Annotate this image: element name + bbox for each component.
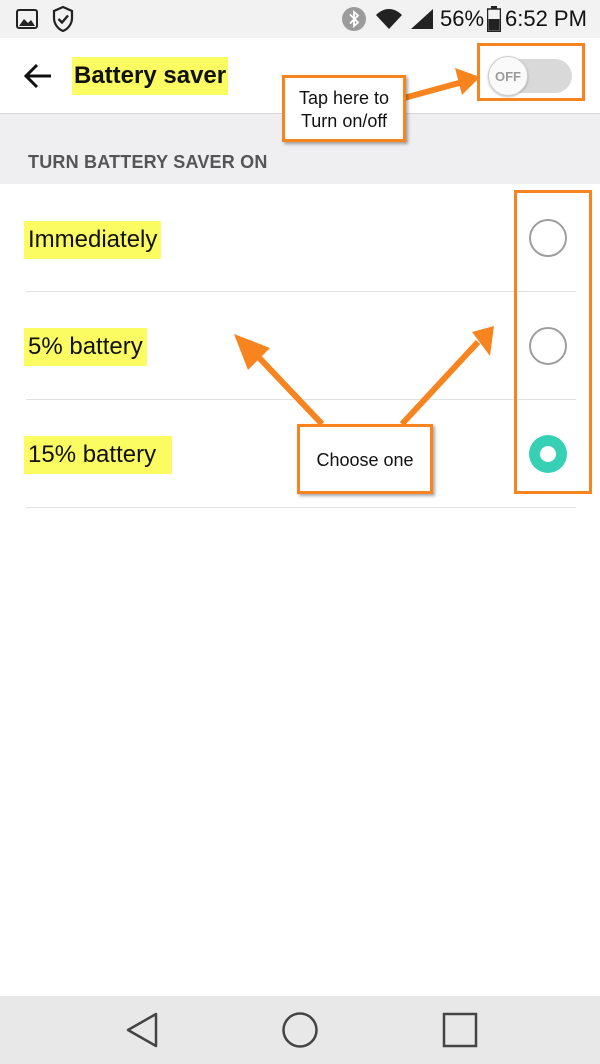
options-callout: Choose one [297, 424, 433, 494]
clock-text: 6:52 PM [505, 6, 587, 31]
battery-percent: 56% [440, 0, 484, 38]
back-button[interactable] [18, 56, 58, 96]
status-bar: 56% 6:52 PM [0, 0, 600, 38]
option-row-immediately[interactable]: Immediately [0, 184, 600, 292]
toggle-callout-line-1: Tap here to [298, 88, 390, 108]
section-title: TURN BATTERY SAVER ON [28, 152, 268, 172]
toggle-highlight-box [477, 43, 585, 101]
shield-icon [52, 0, 74, 38]
wifi-icon [375, 0, 403, 38]
page-title: Battery saver [72, 57, 229, 95]
clock: 6:52 PM [505, 0, 587, 38]
divider [26, 507, 576, 508]
battery-icon [487, 0, 501, 38]
options-callout-text: Choose one [316, 450, 414, 470]
toggle-callout: Tap here to Turn on/off [282, 75, 406, 142]
bluetooth-icon [341, 0, 367, 38]
home-circle-icon [282, 1012, 318, 1048]
nav-recents-button[interactable] [438, 1008, 482, 1052]
nav-home-button[interactable] [278, 1008, 322, 1052]
toggle-callout-line-2: Turn on/off [300, 111, 388, 131]
radio-column-highlight-box [514, 190, 592, 494]
option-label: 15% battery [24, 436, 173, 474]
back-arrow-icon [23, 63, 51, 89]
navigation-bar [0, 996, 600, 1064]
toggle-callout-text: Tap here to Turn on/off [285, 87, 403, 133]
option-label: Immediately [24, 221, 162, 259]
back-triangle-icon [126, 1012, 158, 1048]
battery-percent-text: 56% [440, 6, 485, 31]
option-row-5-percent[interactable]: 5% battery [0, 292, 600, 400]
recents-square-icon [442, 1012, 478, 1048]
signal-icon [410, 0, 434, 38]
gallery-icon [16, 0, 38, 38]
option-label: 5% battery [24, 328, 147, 366]
nav-back-button[interactable] [120, 1008, 164, 1052]
